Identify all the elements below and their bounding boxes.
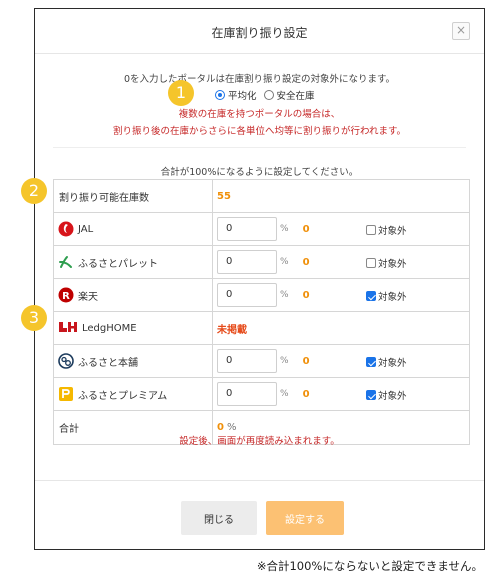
allocatable-label: 割り振り可能在庫数 [54, 180, 213, 212]
percent-unit: % [280, 290, 289, 300]
radio-average-label[interactable]: 平均化 [228, 88, 257, 102]
percent-unit: % [280, 389, 289, 399]
modal-title: 在庫割り振り設定 [211, 26, 308, 40]
exclude-label: 対象外 [378, 259, 407, 270]
portal-name: ふるさと本舗 [78, 357, 138, 369]
furusato-honpo-logo-icon [58, 353, 74, 369]
checkbox-checked-icon[interactable] [366, 390, 376, 400]
allocated-count: 0 [302, 355, 310, 367]
checkbox-icon[interactable] [366, 225, 376, 235]
total-value: 0 [217, 422, 224, 433]
allocated-count: 0 [302, 256, 310, 268]
allocated-count: 0 [302, 289, 310, 301]
unlisted-status: 未掲載 [217, 324, 247, 336]
exclude-label: 対象外 [378, 226, 407, 237]
checkbox-checked-icon[interactable] [366, 357, 376, 367]
table-row: JAL 0 % 0 対象外 [54, 213, 469, 246]
total-unit: % [226, 422, 237, 433]
exclude-label: 対象外 [378, 292, 407, 303]
notice-total-100: 合計が100%になるように設定してください。 [160, 167, 359, 178]
jal-percent-input[interactable]: 0 [217, 217, 277, 241]
checkbox-checked-icon[interactable] [366, 291, 376, 301]
notice-zero-excluded: 0を入力したポータルは在庫割り振り設定の対象外になります。 [123, 74, 396, 85]
close-icon[interactable]: × [452, 22, 470, 40]
portal-name: ふるさとプレミアム [78, 390, 168, 402]
bottom-note: ※合計100%にならないと設定できません。 [256, 559, 483, 573]
exclude-label: 対象外 [378, 358, 407, 369]
table-row: 割り振り可能在庫数 55 [54, 180, 469, 213]
save-button[interactable]: 設定する [266, 501, 344, 535]
furusato-honpo-percent-input[interactable]: 0 [217, 349, 277, 373]
furusato-palette-percent-input[interactable]: 0 [217, 250, 277, 274]
percent-unit: % [280, 224, 289, 234]
jal-logo-icon [58, 221, 74, 237]
rakuten-exclude-checkbox[interactable]: 対象外 [366, 289, 407, 303]
radio-average[interactable] [215, 90, 225, 100]
radio-safety-stock[interactable] [263, 90, 274, 100]
allocated-count: 0 [302, 388, 310, 400]
furusato-palette-exclude-checkbox[interactable]: 対象外 [366, 256, 407, 270]
divider [53, 147, 466, 148]
annotation-badge-3: 3 [21, 305, 47, 331]
reload-note: 設定後、画面が再度読み込まれます。 [179, 436, 340, 447]
allocation-table: 割り振り可能在庫数 55 JAL 0 % 0 対象外 ふるさとパレット 0 % … [53, 179, 470, 445]
svg-text:R: R [62, 291, 70, 302]
table-row: ふるさとプレミアム 0 % 0 対象外 [54, 378, 469, 411]
radio-safety-stock-label[interactable]: 安全在庫 [277, 88, 315, 102]
furusato-honpo-exclude-checkbox[interactable]: 対象外 [366, 355, 407, 369]
table-row: R 楽天 0 % 0 対象外 [54, 279, 469, 312]
percent-unit: % [280, 356, 289, 366]
portal-name: ふるさとパレット [78, 258, 158, 270]
furusato-premium-exclude-checkbox[interactable]: 対象外 [366, 388, 407, 402]
ledghome-logo-icon [58, 320, 78, 336]
annotation-badge-2: 2 [21, 178, 47, 204]
rakuten-percent-input[interactable]: 0 [217, 283, 277, 307]
table-row: ふるさとパレット 0 % 0 対象外 [54, 246, 469, 279]
allocatable-value: 55 [217, 190, 231, 202]
allocation-settings-modal: 在庫割り振り設定 × 0を入力したポータルは在庫割り振り設定の対象外になります。… [34, 8, 485, 550]
notice-even-allocation: 割り振り後の在庫からさらに各単位へ均等に割り振りが行われます。 [112, 126, 407, 137]
close-button[interactable]: 閉じる [181, 501, 257, 535]
notice-multi-stock: 複数の在庫を持つポータルの場合は、 [178, 109, 341, 120]
furusato-premium-logo-icon [58, 386, 74, 402]
checkbox-icon[interactable] [366, 258, 376, 268]
allocation-mode-radio-group: 平均化 安全在庫 [215, 88, 315, 102]
portal-name: LedgHOME [82, 322, 137, 334]
portal-name: JAL [78, 223, 94, 235]
annotation-badge-1: 1 [168, 80, 194, 106]
furusato-palette-logo-icon [58, 254, 74, 270]
furusato-premium-percent-input[interactable]: 0 [217, 382, 277, 406]
percent-unit: % [280, 257, 289, 267]
jal-exclude-checkbox[interactable]: 対象外 [366, 223, 407, 237]
rakuten-logo-icon: R [58, 287, 74, 303]
exclude-label: 対象外 [378, 391, 407, 402]
portal-name: 楽天 [78, 291, 98, 303]
table-row: LedgHOME 未掲載 [54, 312, 469, 345]
allocated-count: 0 [302, 223, 310, 235]
table-row: ふるさと本舗 0 % 0 対象外 [54, 345, 469, 378]
footer-divider [35, 480, 484, 481]
modal-header: 在庫割り振り設定 × [35, 9, 484, 54]
